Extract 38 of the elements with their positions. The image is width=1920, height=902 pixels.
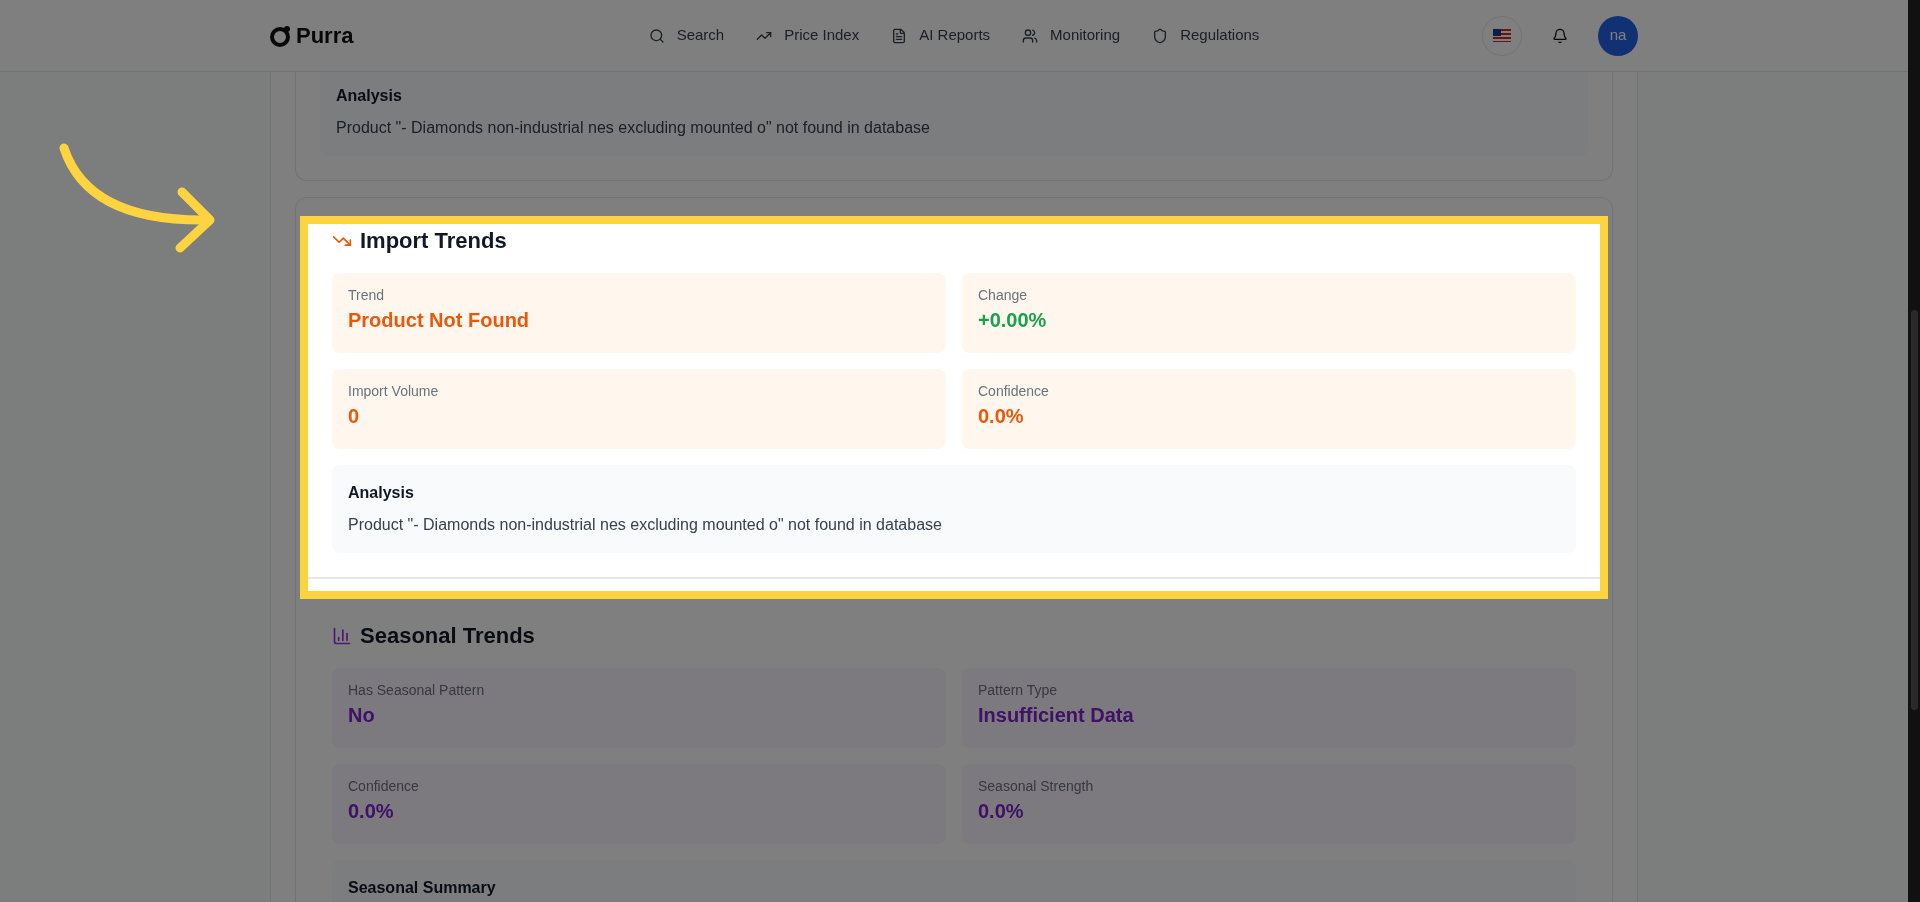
analysis-title: Analysis	[336, 86, 403, 106]
document-icon	[891, 27, 908, 44]
section-title: Seasonal Trends	[360, 622, 535, 650]
nav-link[interactable]: Monitoring	[1022, 24, 1121, 47]
metric-label: Import Volume	[348, 382, 440, 401]
metric-value: 0.0%	[348, 799, 395, 824]
summary-title: Seasonal Summary	[348, 878, 497, 898]
metric-label: Pattern Type	[978, 681, 1059, 700]
analysis-text: Product "- Diamonds non-industrial nes excluding mounted o" not found in database	[336, 118, 931, 138]
nav-link[interactable]: Search	[648, 24, 725, 47]
section-title: Import Trends	[360, 227, 507, 255]
analysis-title: Analysis	[348, 483, 415, 503]
bell-icon	[1552, 27, 1568, 44]
logo-icon	[270, 24, 292, 47]
metric-label: Trend	[348, 286, 386, 305]
metric-label: Change	[978, 286, 1029, 305]
metric-value: 0.0%	[978, 404, 1025, 429]
metric-label: Confidence	[978, 382, 1050, 401]
metric-label: Seasonal Strength	[978, 777, 1095, 796]
metric-label: Confidence	[348, 777, 420, 796]
metric-value: Product Not Found	[348, 308, 531, 333]
avatar-button[interactable]: na	[1598, 15, 1638, 56]
metric-value: +0.00%	[978, 308, 1048, 333]
flag-icon	[1493, 29, 1511, 42]
nav-link[interactable]: AI Reports	[891, 24, 991, 47]
bar-chart-icon	[332, 625, 352, 646]
analysis-text: Product "- Diamonds non-industrial nes excluding mounted o" not found in database	[348, 515, 943, 535]
nav-link[interactable]: Regulations	[1152, 24, 1260, 47]
metric-label: Has Seasonal Pattern	[348, 681, 486, 700]
nav-link[interactable]: Price Index	[756, 24, 860, 47]
metric-value: No	[348, 703, 376, 728]
metric-value: Insufficient Data	[978, 703, 1135, 728]
logo-text: Purra	[296, 22, 354, 50]
metric-value: 0.0%	[978, 799, 1025, 824]
search-icon	[648, 27, 665, 44]
metric-value: 0	[348, 404, 361, 429]
shield-icon	[1152, 27, 1169, 44]
users-icon	[1022, 27, 1039, 44]
